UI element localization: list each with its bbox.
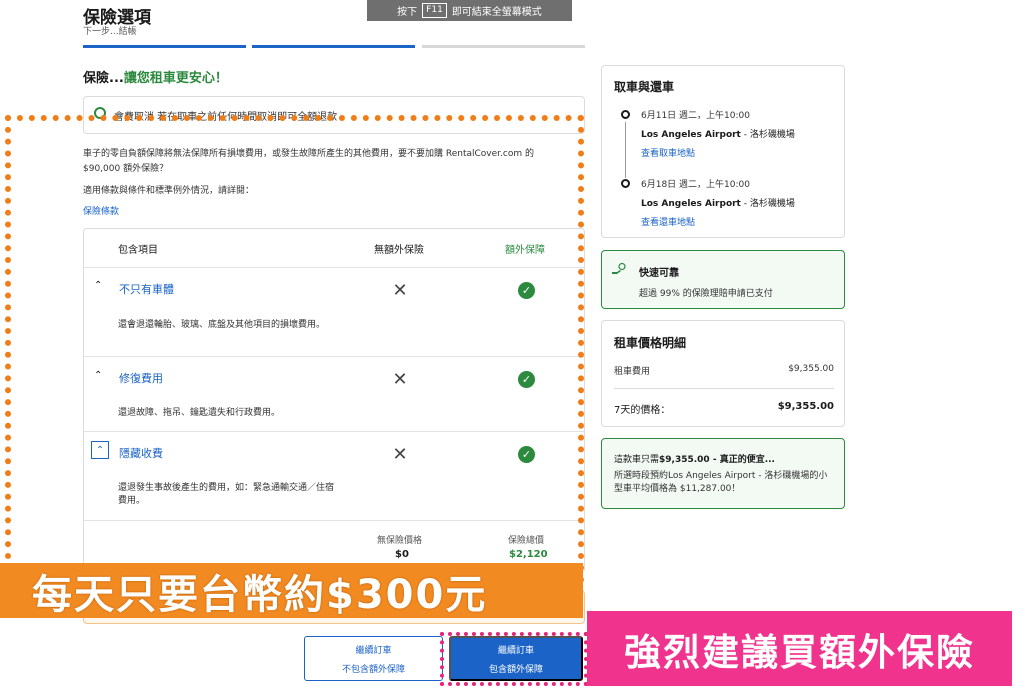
dropoff-date: 6月18日 週二，上午10:00 bbox=[641, 180, 750, 190]
reliable-title: 快速可靠 bbox=[639, 268, 679, 279]
button-highlight-frame bbox=[440, 632, 588, 686]
continue-without-line1: 繼續訂車 bbox=[355, 644, 392, 655]
highlight-frame bbox=[5, 115, 584, 583]
reliable-desc: 超過 99% 的保險理賠申請已支付 bbox=[639, 289, 773, 299]
price-callout-banner: 每天只要台幣約$300元 bbox=[0, 563, 583, 618]
pickup-place-rest: - 洛杉磯機場 bbox=[740, 130, 795, 140]
price-divider bbox=[614, 388, 834, 389]
deal-title-prefix: 這款車只需 bbox=[614, 455, 660, 465]
view-pickup-location-link[interactable]: 查看取車地點 bbox=[641, 146, 695, 159]
days-price-label: 7天的價格： bbox=[614, 405, 671, 416]
progress-step-3 bbox=[422, 45, 585, 48]
dropoff-place: Los Angeles Airport - 洛杉磯機場 bbox=[641, 196, 795, 209]
price-callout-text: 每天只要台幣約$300元 bbox=[32, 571, 488, 618]
headline-prefix: 保險... bbox=[83, 71, 124, 86]
pickup-place: Los Angeles Airport - 洛杉磯機場 bbox=[641, 127, 795, 140]
pickup-dropoff-title: 取車與還車 bbox=[614, 80, 675, 94]
pickup-date: 6月11日 週二，上午10:00 bbox=[641, 111, 750, 121]
view-dropoff-location-link[interactable]: 查看還車地點 bbox=[641, 215, 695, 228]
dropoff-place-name: Los Angeles Airport bbox=[641, 199, 741, 209]
continue-without-line2: 不包含額外保障 bbox=[341, 663, 405, 674]
page-subtitle: 下一步...結帳 bbox=[83, 27, 137, 37]
recommend-callout-banner: 強烈建議買額外保險 bbox=[587, 611, 1012, 686]
fullscreen-hint: 按下 F11 即可結束全螢幕模式 bbox=[367, 0, 572, 21]
deal-desc: 所選時段預約Los Angeles Airport - 洛杉磯機場的小型車平均價… bbox=[614, 471, 828, 494]
deal-title: 這款車只需$9,355.00 - 真正的便宜... bbox=[614, 452, 775, 465]
progress-step-1 bbox=[83, 45, 246, 48]
money-hand-icon bbox=[612, 263, 626, 274]
rental-fee-label: 租車費用 bbox=[614, 367, 651, 377]
deal-title-bold: $9,355.00 - 真正的便宜... bbox=[659, 455, 775, 465]
price-breakdown-title: 租車價格明細 bbox=[614, 336, 687, 350]
continue-without-cover-button[interactable]: 繼續訂車 不包含額外保障 bbox=[304, 636, 443, 681]
dropoff-place-rest: - 洛杉磯機場 bbox=[740, 199, 795, 209]
rental-fee-value: $9,355.00 bbox=[788, 364, 834, 374]
fullscreen-hint-key: F11 bbox=[422, 3, 447, 18]
fullscreen-hint-prefix: 按下 bbox=[397, 7, 418, 18]
headline-green: 讓您租車更安心！ bbox=[123, 71, 228, 86]
progress-step-2 bbox=[252, 45, 415, 48]
insurance-headline: 保險...讓您租車更安心！ bbox=[83, 67, 228, 86]
timeline-dot-icon bbox=[621, 179, 630, 188]
reliable-card bbox=[601, 250, 845, 309]
pickup-place-name: Los Angeles Airport bbox=[641, 130, 741, 140]
days-price-value: $9,355.00 bbox=[777, 401, 834, 412]
recommend-callout-text: 強烈建議買額外保險 bbox=[624, 630, 975, 674]
timeline-line bbox=[625, 122, 626, 178]
fullscreen-hint-suffix: 即可結束全螢幕模式 bbox=[451, 7, 542, 18]
timeline-dot-icon bbox=[621, 110, 630, 119]
